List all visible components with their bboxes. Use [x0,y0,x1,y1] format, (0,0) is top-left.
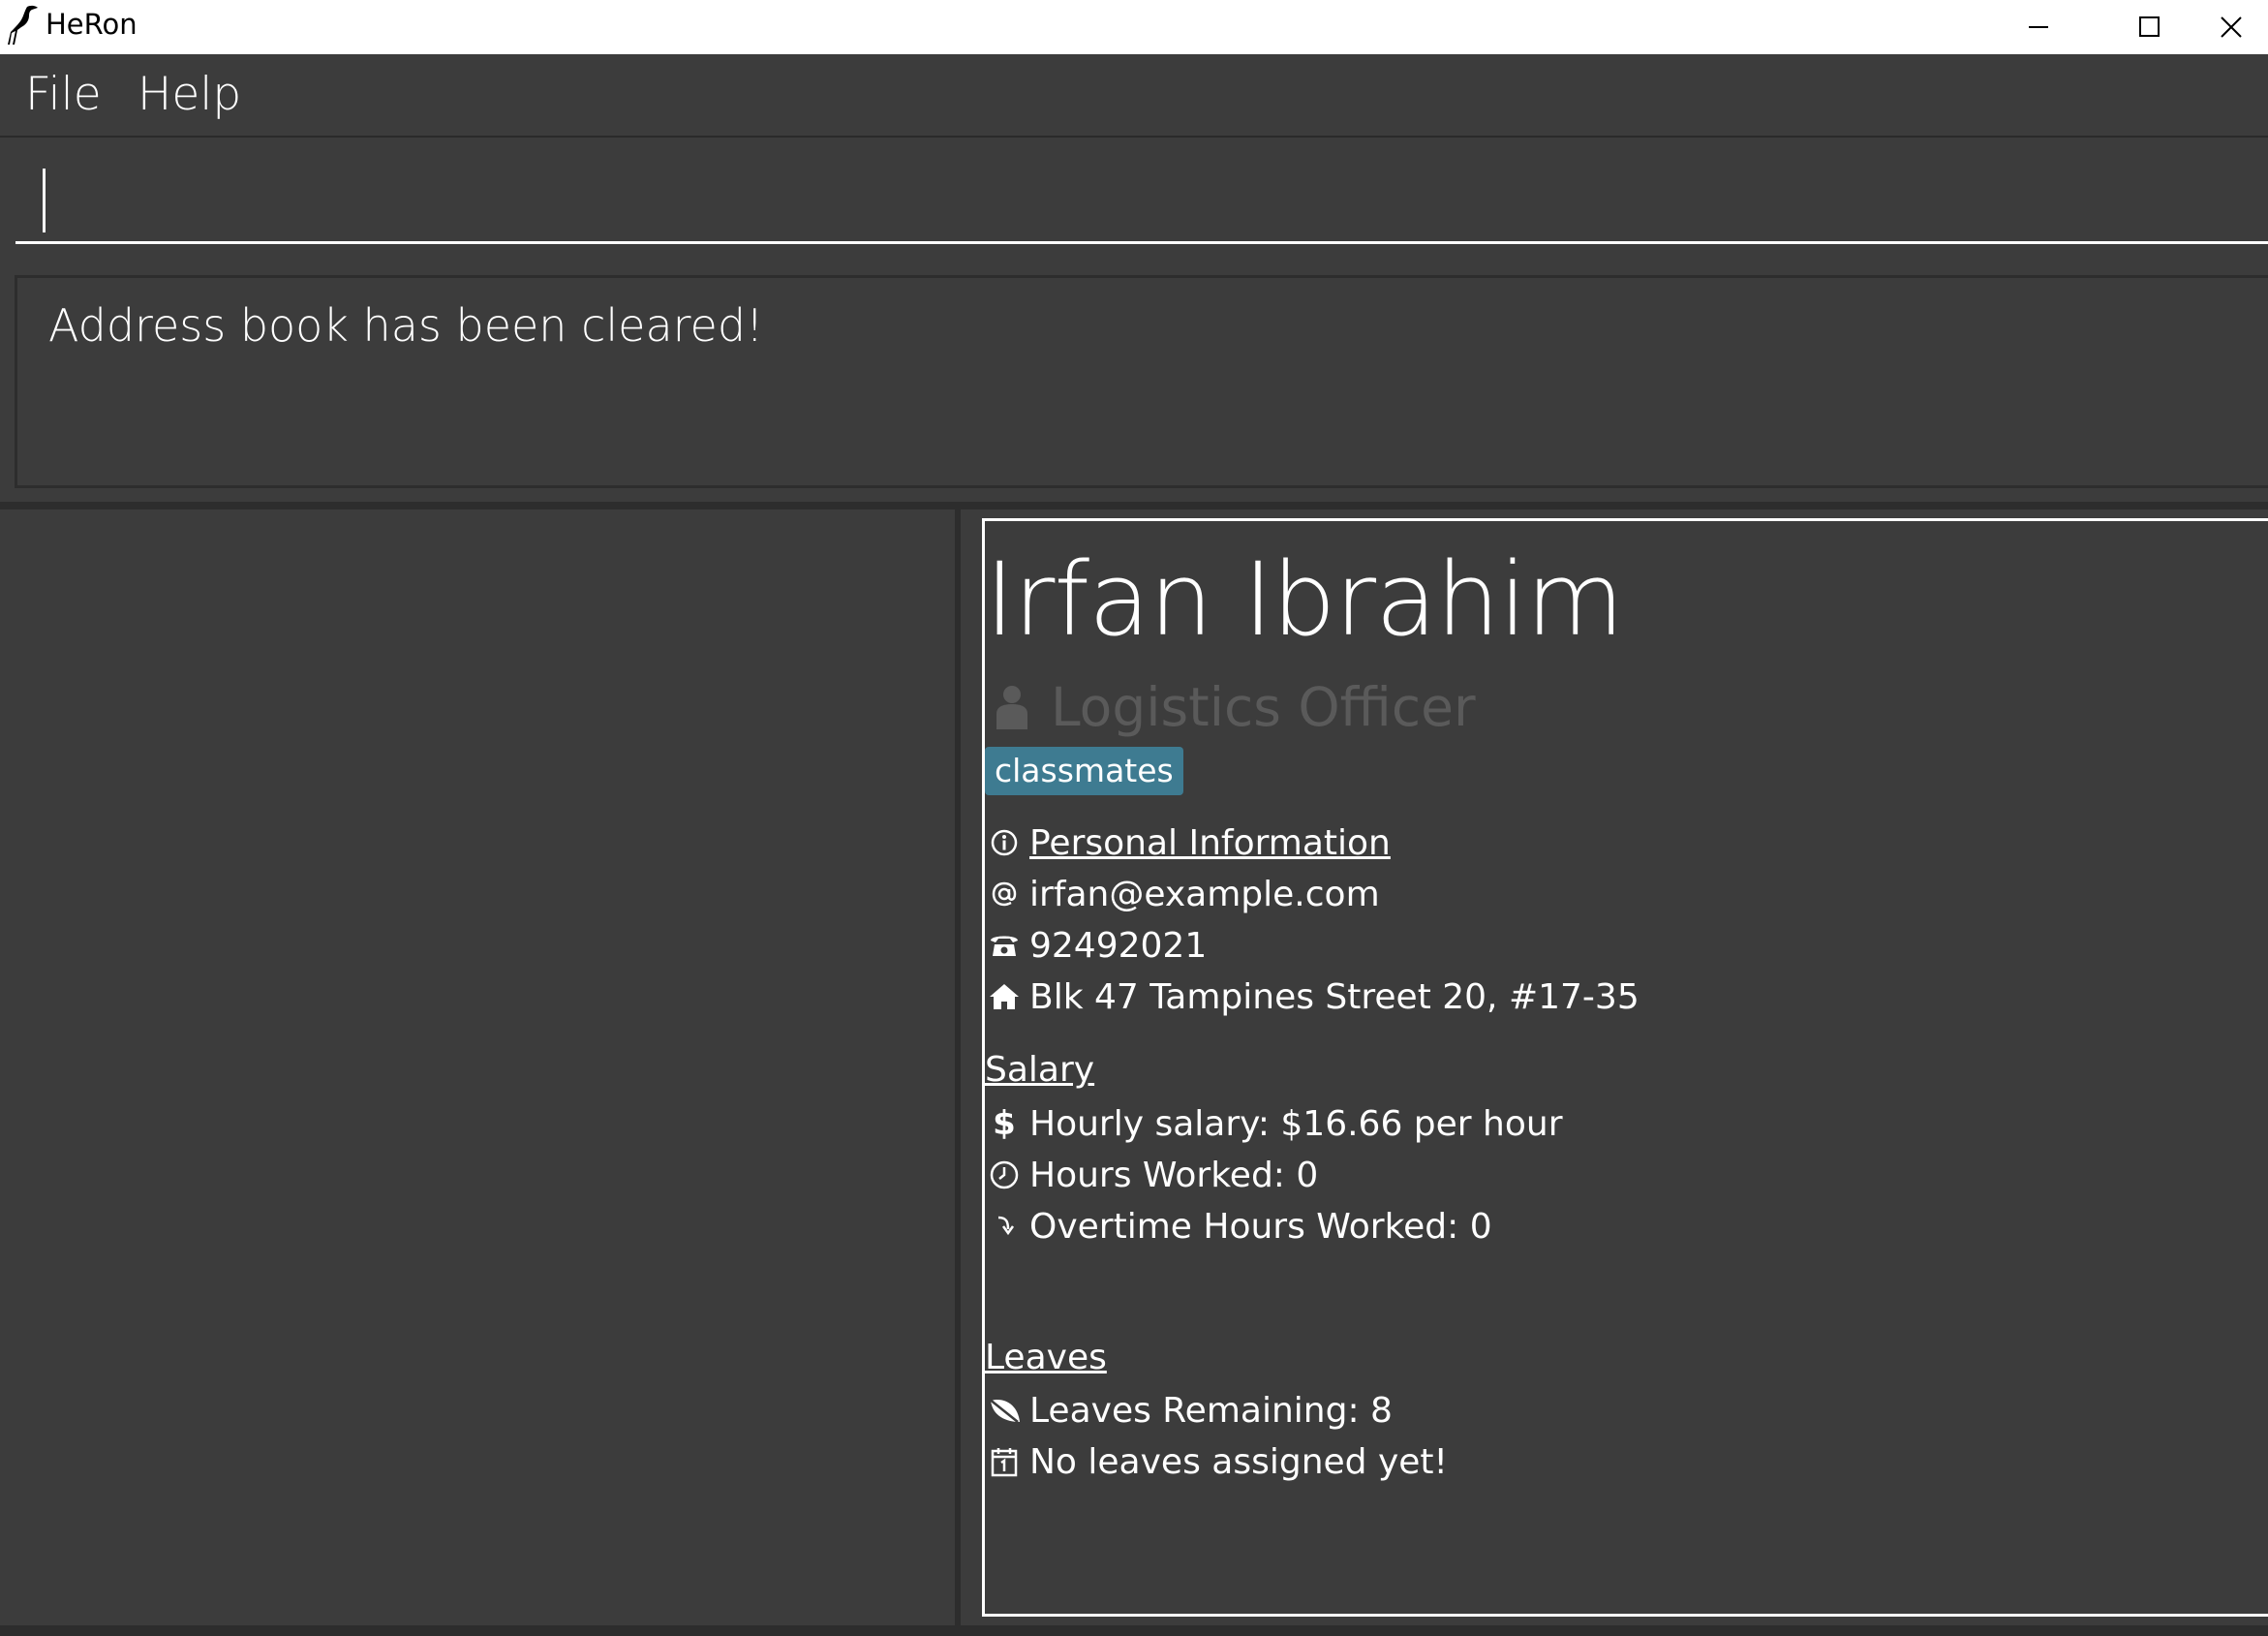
personal-info-heading: Personal Information [1029,822,1391,863]
close-icon [2221,16,2242,38]
app-window: HeRon File Help Address book has been cl… [0,0,2268,1636]
person-name: Irfan Ibrahim [985,540,1624,659]
overtime-row: Overtime Hours Worked: 0 [985,1203,1492,1250]
split-pane-divider[interactable] [955,509,961,1625]
section-divider [0,502,2268,509]
bottom-border [0,1625,2268,1636]
leaves-heading: Leaves [985,1338,1107,1377]
result-display: Address book has been cleared! [15,275,2268,488]
clock-icon [985,1156,1024,1194]
tag-badge: classmates [985,747,1183,795]
role-row: Logistics Officer [993,676,1476,738]
person-email: irfan@example.com [1029,874,1380,914]
calendar-icon [985,1442,1024,1481]
leaves-remaining: Leaves Remaining: 8 [1029,1390,1393,1431]
person-role: Logistics Officer [1051,676,1476,738]
text-caret [43,169,46,232]
person-address: Blk 47 Tampines Street 20, #17-35 [1029,976,1640,1017]
email-row: irfan@example.com [985,871,1380,917]
menu-bar: File Help [0,54,2268,138]
leaves-assigned: No leaves assigned yet! [1029,1441,1448,1482]
hours-worked: Hours Worked: 0 [1029,1155,1319,1195]
info-icon [985,823,1024,862]
person-detail-panel: Irfan Ibrahim Logistics Officer classmat… [982,518,2268,1617]
phone-row: 92492021 [985,922,1207,969]
menu-help[interactable]: Help [138,68,241,121]
leaf-icon [985,1391,1024,1430]
command-input[interactable] [15,147,2268,244]
address-row: Blk 47 Tampines Street 20, #17-35 [985,973,1640,1020]
hourly-salary: Hourly salary: $16.66 per hour [1029,1103,1563,1144]
maximize-icon [2139,16,2160,37]
phone-icon [985,926,1024,965]
close-button[interactable] [2208,0,2268,54]
salary-heading: Salary [985,1050,1095,1090]
personal-info-heading-row: Personal Information [985,819,1391,866]
home-icon [985,977,1024,1016]
minimize-button[interactable] [1985,0,2092,54]
heron-bird-icon [8,5,38,46]
hours-worked-row: Hours Worked: 0 [985,1152,1318,1198]
person-icon [996,686,1027,729]
minimize-icon [2029,26,2048,28]
title-bar: HeRon [0,0,2268,54]
leaves-assigned-row: No leaves assigned yet! [985,1438,1448,1485]
at-sign-icon [985,875,1024,913]
menu-file[interactable]: File [25,68,102,121]
overtime-hours: Overtime Hours Worked: 0 [1029,1206,1492,1247]
command-box [0,139,2268,256]
person-list-panel[interactable] [0,509,955,1625]
leaves-remaining-row: Leaves Remaining: 8 [985,1387,1393,1434]
dollar-icon: $ [993,1104,1016,1143]
maximize-button[interactable] [2097,0,2203,54]
hourly-salary-row: $ Hourly salary: $16.66 per hour [985,1100,1563,1147]
overtime-arrow-icon [985,1207,1024,1246]
window-title: HeRon [46,8,138,41]
result-message: Address book has been cleared! [48,299,764,352]
person-phone: 92492021 [1029,925,1208,966]
